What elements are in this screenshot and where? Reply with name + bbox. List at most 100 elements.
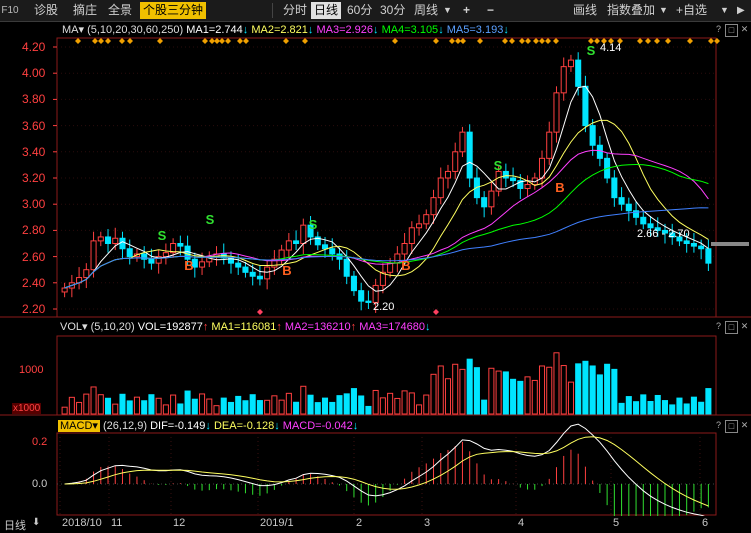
date-axis-label: 2018/10 xyxy=(62,517,102,529)
candle-body xyxy=(567,59,574,68)
volume-bar xyxy=(336,395,343,415)
volume-bar xyxy=(401,390,408,415)
volume-bar xyxy=(206,398,213,415)
candle-body xyxy=(83,269,90,279)
volume-bar xyxy=(155,397,162,415)
volume-bar xyxy=(538,365,546,415)
signal-diamond xyxy=(433,38,439,44)
high-annotation: 4.14 xyxy=(600,42,622,54)
volume-bar xyxy=(423,394,430,415)
event-diamond xyxy=(257,309,263,315)
macd-axis-top: 0.2 xyxy=(32,436,48,448)
period-selector[interactable]: 日线 xyxy=(4,517,26,533)
volume-bar xyxy=(654,394,661,415)
candle-body xyxy=(90,240,97,271)
signal-diamond xyxy=(460,38,466,44)
volume-bar xyxy=(379,397,386,415)
candle-body xyxy=(126,248,133,258)
volume-bar xyxy=(589,365,596,415)
dif-line xyxy=(64,423,709,519)
volume-bar xyxy=(177,403,184,415)
volume-bar xyxy=(83,393,90,415)
volume-bar xyxy=(104,397,112,415)
candle-body xyxy=(162,252,169,258)
signal-diamond xyxy=(449,38,455,44)
volume-bar xyxy=(430,373,437,415)
volume-bar xyxy=(119,393,126,415)
signal-diamond xyxy=(519,38,525,44)
candle-body xyxy=(640,216,647,225)
volume-bar xyxy=(676,397,683,415)
volume-bar xyxy=(452,363,459,415)
candle-body xyxy=(343,258,350,277)
volume-bar xyxy=(68,396,75,415)
sell-signal-marker: S xyxy=(158,228,167,243)
price-axis-label: 3.80 xyxy=(22,92,46,107)
candle-body xyxy=(329,248,336,255)
candle-body xyxy=(199,261,206,268)
signal-diamond xyxy=(509,38,515,44)
signal-diamond xyxy=(237,38,243,44)
candle-body xyxy=(495,170,502,192)
volume-bar xyxy=(705,388,712,415)
buy-signal-marker: B xyxy=(184,258,193,273)
price-axis-label: 2.40 xyxy=(22,275,46,290)
date-axis-label: 11 xyxy=(111,517,123,529)
volume-bar xyxy=(97,394,104,415)
candle-body xyxy=(466,131,473,179)
candle-body xyxy=(524,184,531,189)
signal-diamond xyxy=(392,38,398,44)
candle-body xyxy=(481,197,488,208)
volume-bar xyxy=(618,402,625,415)
volume-bar xyxy=(611,368,618,415)
volume-bar xyxy=(444,378,452,415)
vol-axis-1000: 1000 xyxy=(19,364,44,376)
candle-body xyxy=(177,243,184,247)
range-annotation: 2.66 - 2.70 xyxy=(637,228,690,240)
volume-bar xyxy=(669,404,676,415)
volume-bar xyxy=(61,406,68,415)
price-axis-label: 3.40 xyxy=(22,144,46,159)
volume-bar xyxy=(162,404,169,415)
volume-bar xyxy=(372,389,379,415)
volume-bar xyxy=(170,394,177,415)
volume-bar xyxy=(387,392,394,415)
signal-diamond xyxy=(477,38,483,44)
period-down-arrow-icon[interactable]: ⬇ xyxy=(32,517,40,528)
candle-body xyxy=(365,300,372,303)
volume-bar xyxy=(365,405,372,415)
signal-diamond xyxy=(525,38,531,44)
volume-bar xyxy=(459,368,466,415)
volume-bar xyxy=(321,397,329,415)
date-axis-label: 6 xyxy=(702,517,709,529)
vol-unit-label: x1000 xyxy=(12,403,42,414)
candle-body xyxy=(698,245,705,250)
date-axis-label: 2 xyxy=(356,517,363,529)
volume-bar xyxy=(560,365,567,415)
price-axis-label: 4.00 xyxy=(22,66,46,81)
signal-diamond xyxy=(225,38,231,44)
ma5-line xyxy=(64,207,709,289)
volume-bar xyxy=(307,394,314,415)
kline-chart[interactable]: S S S S S B B B B xyxy=(0,0,751,533)
volume-bar xyxy=(148,394,155,415)
signal-diamond xyxy=(127,38,133,44)
price-axis-label: 3.00 xyxy=(22,197,46,212)
ma3-line xyxy=(64,149,709,289)
volume-bar xyxy=(575,363,582,415)
volume-bar xyxy=(343,393,350,415)
signal-diamond xyxy=(302,38,308,44)
volume-bar xyxy=(133,396,140,415)
volume-bar xyxy=(329,401,336,415)
buy-signal-marker: B xyxy=(555,180,564,195)
candle-body xyxy=(502,170,509,179)
candle-body xyxy=(430,197,437,216)
sell-signal-marker: S xyxy=(309,217,318,232)
candle-body xyxy=(148,258,155,264)
signal-diamond xyxy=(687,38,693,44)
volume-bar xyxy=(488,367,495,415)
volume-bar xyxy=(698,401,705,415)
volume-bar xyxy=(546,366,553,415)
signal-diamond xyxy=(539,38,545,44)
volume-bar xyxy=(350,388,357,415)
